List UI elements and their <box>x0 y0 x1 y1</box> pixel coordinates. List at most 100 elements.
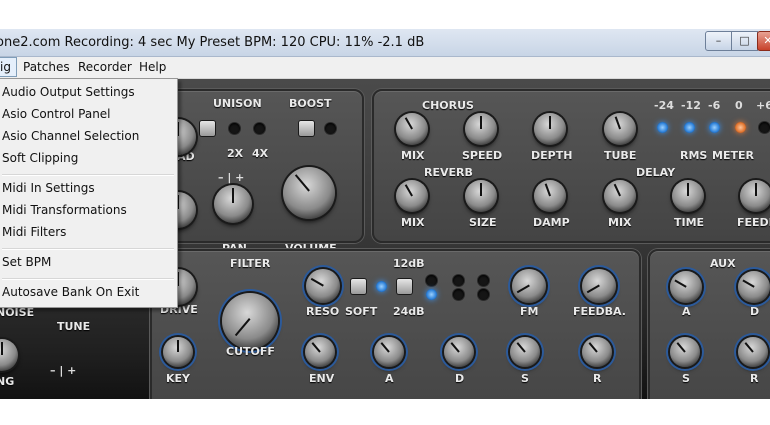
menu-asio-control-panel[interactable]: Asio Control Panel <box>0 104 179 125</box>
reverb-mix-knob[interactable] <box>396 180 428 212</box>
reso-knob[interactable] <box>306 269 340 303</box>
aux-d-knob[interactable] <box>738 271 770 303</box>
aux-a-label: A <box>682 305 691 318</box>
aux-a-knob[interactable] <box>670 271 702 303</box>
meter-led-5 <box>759 122 770 133</box>
pan-knob[interactable] <box>214 185 252 223</box>
menu-help[interactable]: Help <box>134 57 171 77</box>
soft-led <box>376 281 387 292</box>
chorus-mix-knob[interactable] <box>396 113 428 145</box>
chorus-title: CHORUS <box>422 99 474 112</box>
aux-s-knob[interactable] <box>670 337 700 367</box>
filter-type-led-5 <box>453 289 464 300</box>
filter-feedback-label: FEEDBA. <box>573 305 626 318</box>
filter-s-label: S <box>521 372 529 385</box>
menu-audio-output-settings[interactable]: Audio Output Settings <box>0 82 179 103</box>
filter-r-knob[interactable] <box>582 337 612 367</box>
delay-mix-knob[interactable] <box>604 180 636 212</box>
volume-knob[interactable] <box>283 167 335 219</box>
key-knob[interactable] <box>163 337 193 367</box>
meter-led-4 <box>735 122 746 133</box>
cutoff-knob[interactable] <box>222 293 278 349</box>
meter-tick-24: -24 <box>654 99 674 112</box>
filter-a-knob[interactable] <box>374 337 404 367</box>
tune-label: TUNE <box>57 320 91 333</box>
menu-recorder[interactable]: Recorder <box>73 57 137 77</box>
menu-config[interactable]: ig <box>0 57 17 77</box>
fm-knob[interactable] <box>512 269 546 303</box>
24db-label: 24dB <box>393 305 425 318</box>
filter-s-knob[interactable] <box>510 337 540 367</box>
unison-4x-label: 4X <box>252 147 269 160</box>
boost-title: BOOST <box>289 97 332 110</box>
meter-tick-0: 0 <box>735 99 743 112</box>
chorus-mix-label: MIX <box>401 149 425 162</box>
unison-4x-led <box>254 123 265 134</box>
aux-d-label: D <box>750 305 760 318</box>
reverb-size-knob[interactable] <box>465 180 497 212</box>
fm-label: FM <box>520 305 539 318</box>
unison-button[interactable] <box>200 121 215 136</box>
filter-a-label: A <box>385 372 394 385</box>
filter-type-led-1 <box>426 275 437 286</box>
chorus-depth-label: DEPTH <box>531 149 573 162</box>
menu-midi-filters[interactable]: Midi Filters <box>0 222 179 243</box>
aux-r-label: R <box>750 372 759 385</box>
key-label: KEY <box>166 372 191 385</box>
chorus-depth-knob[interactable] <box>534 113 566 145</box>
filter-r-label: R <box>593 372 602 385</box>
soft-button[interactable] <box>351 279 366 294</box>
meter-led-3 <box>709 122 720 133</box>
menu-set-bpm[interactable]: Set BPM <box>0 252 179 273</box>
reverb-title: REVERB <box>424 166 473 179</box>
aux-r-knob[interactable] <box>738 337 768 367</box>
menu-autosave-bank[interactable]: Autosave Bank On Exit <box>0 282 179 303</box>
delay-time-knob[interactable] <box>672 180 704 212</box>
delay-feedback-label: FEEDB <box>737 216 770 229</box>
tube-label: TUBE <box>604 149 637 162</box>
filter-type-led-4 <box>426 289 437 300</box>
menu-bar: ig Patches Recorder Help <box>0 57 770 79</box>
filter-feedback-knob[interactable] <box>582 269 616 303</box>
filter-type-led-2 <box>453 275 464 286</box>
close-button[interactable]: ✕ <box>757 31 770 51</box>
env-knob[interactable] <box>305 337 335 367</box>
pan-scale: – | + <box>218 171 245 184</box>
tube-knob[interactable] <box>604 113 636 145</box>
config-dropdown: Audio Output Settings Asio Control Panel… <box>0 78 178 308</box>
maximize-button[interactable]: □ <box>731 31 758 51</box>
chorus-speed-knob[interactable] <box>465 113 497 145</box>
close-icon: ✕ <box>763 34 770 47</box>
minimize-button[interactable]: – <box>705 31 732 51</box>
meter-led-2 <box>684 122 695 133</box>
reverb-damp-label: DAMP <box>533 216 570 229</box>
meter-tick-12: -12 <box>681 99 701 112</box>
menu-separator <box>2 278 174 280</box>
soft-label: SOFT <box>345 305 378 318</box>
maximize-icon: □ <box>739 34 750 47</box>
title-bar: one2.com Recording: 4 sec My Preset BPM:… <box>0 29 770 57</box>
left-knob[interactable] <box>0 339 18 371</box>
slope-button[interactable] <box>397 279 412 294</box>
delay-feedback-knob[interactable] <box>740 180 770 212</box>
menu-midi-in-settings[interactable]: Midi In Settings <box>0 178 179 199</box>
delay-time-label: TIME <box>674 216 705 229</box>
rms-label: RMS <box>680 149 708 162</box>
menu-soft-clipping[interactable]: Soft Clipping <box>0 148 179 169</box>
menu-separator <box>2 248 174 250</box>
delay-mix-label: MIX <box>608 216 632 229</box>
cutoff-label: CUTOFF <box>226 345 275 358</box>
filter-type-led-3 <box>478 275 489 286</box>
aux-title: AUX <box>710 257 736 270</box>
meter-label: METER <box>712 149 754 162</box>
unison-2x-label: 2X <box>227 147 244 160</box>
reverb-mix-label: MIX <box>401 216 425 229</box>
unison-2x-led <box>229 123 240 134</box>
boost-button[interactable] <box>299 121 314 136</box>
menu-asio-channel-selection[interactable]: Asio Channel Selection <box>0 126 179 147</box>
menu-patches[interactable]: Patches <box>18 57 75 77</box>
filter-d-knob[interactable] <box>444 337 474 367</box>
menu-midi-transformations[interactable]: Midi Transformations <box>0 200 179 221</box>
reverb-damp-knob[interactable] <box>534 180 566 212</box>
filter-d-label: D <box>455 372 465 385</box>
